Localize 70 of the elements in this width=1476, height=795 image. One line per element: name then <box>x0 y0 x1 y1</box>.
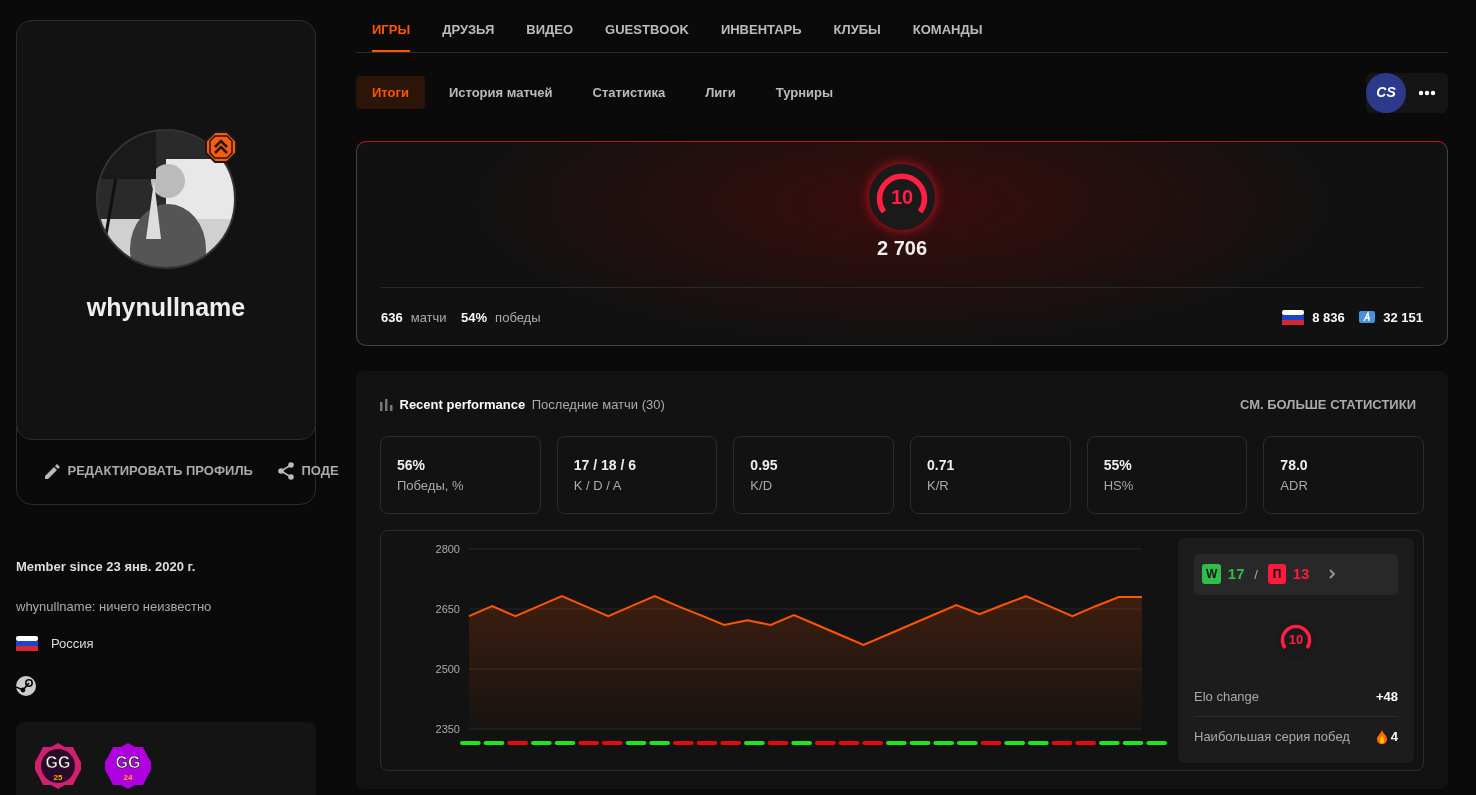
username: whynullname <box>86 291 246 323</box>
sub-tab[interactable]: Итоги <box>356 75 425 110</box>
stat-value: 55% <box>1103 456 1133 475</box>
win-loss-summary[interactable]: W 17 / П 13 <box>1194 554 1398 595</box>
stat-value: 17 / 18 / 6 <box>573 456 637 475</box>
axis-tick-label: 2500 <box>435 663 460 675</box>
region-rank: 32 151 <box>1383 308 1423 327</box>
win-streak-label: Наибольшая серия побед <box>1194 728 1350 746</box>
win-streak-value: 4 <box>1390 728 1398 746</box>
nav-tab[interactable]: КЛУБЫ <box>833 20 881 52</box>
pencil-icon <box>43 462 61 480</box>
stat-label: K/R <box>927 477 950 495</box>
elo-change-label: Elo change <box>1194 687 1260 706</box>
russia-flag-icon <box>1282 309 1305 325</box>
event-badge: GG 24 <box>104 741 152 790</box>
axis-tick-label: 2650 <box>435 603 460 615</box>
stat-label: HS% <box>1103 477 1135 495</box>
nav-tab[interactable]: GUESTBOOK <box>605 20 689 52</box>
level-badge: 10 <box>1276 618 1316 659</box>
region-icon <box>1359 311 1376 324</box>
nav-tab[interactable]: ДРУЗЬЯ <box>442 20 495 52</box>
country-rank: 8 836 <box>1312 308 1345 327</box>
elo-change-value: +48 <box>1375 687 1398 706</box>
nav-tab[interactable]: ИНВЕНТАРЬ <box>720 20 802 52</box>
stat-label: K/D <box>750 477 773 495</box>
game-logo[interactable]: CS <box>1366 72 1406 113</box>
matches-count: 636 <box>381 308 403 327</box>
edit-profile-button[interactable]: РЕДАКТИРОВАТЬ ПРОФИЛЬ <box>43 461 253 481</box>
member-since: Member since 23 янв. 2020 г. <box>16 558 197 576</box>
losses-count: 13 <box>1292 564 1310 584</box>
winrate-value: 54% <box>461 308 488 327</box>
share-icon <box>276 461 295 481</box>
rank-chevron-icon <box>205 131 237 163</box>
stat-value: 0.71 <box>927 456 956 475</box>
section-title: Recent performance <box>399 395 526 414</box>
nav-tab[interactable]: КОМАНДЫ <box>912 20 983 52</box>
separator: / <box>1254 565 1258 584</box>
stat-label: ADR <box>1280 477 1309 495</box>
axis-tick-label: 2800 <box>435 543 460 555</box>
level-badge: 10 <box>869 163 935 230</box>
see-more-stats-link[interactable]: СМ. БОЛЬШЕ СТАТИСТИКИ <box>1239 394 1416 414</box>
section-subtitle: Последние матчи (30) <box>531 395 665 414</box>
stat-label: K / D / A <box>573 477 623 495</box>
winrate-label: победы <box>495 308 541 327</box>
matches-label: матчи <box>410 308 447 327</box>
wins-count: 17 <box>1227 564 1245 584</box>
sub-tab[interactable]: Турниры <box>759 75 850 110</box>
steam-icon[interactable] <box>16 675 36 696</box>
nav-tab[interactable]: ВИДЕО <box>526 20 574 52</box>
share-button[interactable]: ПОДЕ <box>276 461 339 481</box>
bar-chart-icon <box>380 397 393 412</box>
sub-tab[interactable]: Статистика <box>576 75 682 110</box>
event-badge: GG 25 <box>34 741 82 790</box>
flame-icon <box>1376 729 1387 744</box>
sub-tab[interactable]: Лиги <box>689 75 752 110</box>
loss-tag: П <box>1267 564 1287 585</box>
sub-tab[interactable]: История матчей <box>432 75 569 110</box>
bio-text: whynullname: ничего неизвестно <box>16 597 213 616</box>
stat-label: Победы, % <box>397 477 465 495</box>
stat-value: 0.95 <box>750 456 779 475</box>
more-icon[interactable] <box>1418 88 1436 97</box>
stat-value: 78.0 <box>1280 456 1309 475</box>
elo-value: 2 706 <box>876 235 928 261</box>
chevron-right-icon <box>1327 569 1336 580</box>
russia-flag-icon <box>16 636 38 652</box>
win-tag: W <box>1202 564 1222 585</box>
country-name: Россия <box>51 635 94 653</box>
axis-tick-label: 2350 <box>435 723 460 735</box>
stat-value: 56% <box>397 456 427 475</box>
nav-tab[interactable]: ИГРЫ <box>372 20 411 52</box>
